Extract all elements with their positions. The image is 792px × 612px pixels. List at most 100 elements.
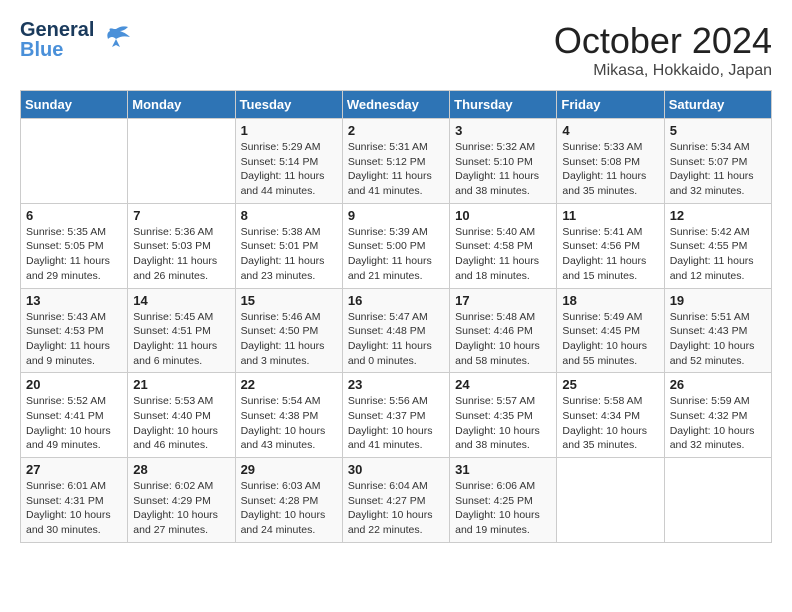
day-info: Sunrise: 5:39 AM Sunset: 5:00 PM Dayligh…	[348, 225, 444, 284]
day-number: 12	[670, 208, 766, 223]
calendar-cell: 11Sunrise: 5:41 AM Sunset: 4:56 PM Dayli…	[557, 203, 664, 288]
calendar-cell	[664, 458, 771, 543]
day-info: Sunrise: 5:31 AM Sunset: 5:12 PM Dayligh…	[348, 140, 444, 199]
calendar-cell	[21, 119, 128, 204]
day-info: Sunrise: 6:06 AM Sunset: 4:25 PM Dayligh…	[455, 479, 551, 538]
calendar-cell: 1Sunrise: 5:29 AM Sunset: 5:14 PM Daylig…	[235, 119, 342, 204]
calendar-cell: 22 Sunrise: 5:54 AM Sunset: 4:38 PM Dayli…	[235, 373, 342, 458]
day-info: Sunrise: 5:33 AM Sunset: 5:08 PM Dayligh…	[562, 140, 658, 199]
calendar-cell: 13 Sunrise: 5:43 AM Sunset: 4:53 PM Dayli…	[21, 288, 128, 373]
day-number: 23	[348, 377, 444, 392]
day-number: 26	[670, 377, 766, 392]
col-header-saturday: Saturday	[664, 91, 771, 119]
day-number: 28	[133, 462, 229, 477]
day-number: 30	[348, 462, 444, 477]
day-number: 9	[348, 208, 444, 223]
calendar-cell: 5Sunrise: 5:34 AM Sunset: 5:07 PM Daylig…	[664, 119, 771, 204]
col-header-wednesday: Wednesday	[342, 91, 449, 119]
calendar-cell: 27 Sunrise: 6:01 AM Sunset: 4:31 PM Dayli…	[21, 458, 128, 543]
day-number: 15	[241, 293, 337, 308]
calendar-cell: 29Sunrise: 6:03 AM Sunset: 4:28 PM Dayli…	[235, 458, 342, 543]
day-number: 25	[562, 377, 658, 392]
calendar-week-row: 20Sunrise: 5:52 AM Sunset: 4:41 PM Dayli…	[21, 373, 772, 458]
calendar-cell: 17Sunrise: 5:48 AM Sunset: 4:46 PM Dayli…	[450, 288, 557, 373]
day-info: Sunrise: 5:54 AM Sunset: 4:38 PM Dayligh…	[241, 394, 337, 453]
day-number: 8	[241, 208, 337, 223]
calendar-cell: 4 Sunrise: 5:33 AM Sunset: 5:08 PM Daylig…	[557, 119, 664, 204]
day-info: Sunrise: 5:57 AM Sunset: 4:35 PM Dayligh…	[455, 394, 551, 453]
calendar-week-row: 6Sunrise: 5:35 AM Sunset: 5:05 PM Daylig…	[21, 203, 772, 288]
day-info: Sunrise: 5:52 AM Sunset: 4:41 PM Dayligh…	[26, 394, 122, 453]
day-info: Sunrise: 5:49 AM Sunset: 4:45 PM Dayligh…	[562, 310, 658, 369]
day-number: 17	[455, 293, 551, 308]
day-info: Sunrise: 5:38 AM Sunset: 5:01 PM Dayligh…	[241, 225, 337, 284]
calendar-cell: 31 Sunrise: 6:06 AM Sunset: 4:25 PM Dayli…	[450, 458, 557, 543]
day-info: Sunrise: 5:47 AM Sunset: 4:48 PM Dayligh…	[348, 310, 444, 369]
calendar-header-row: SundayMondayTuesdayWednesdayThursdayFrid…	[21, 91, 772, 119]
day-number: 18	[562, 293, 658, 308]
location-subtitle: Mikasa, Hokkaido, Japan	[554, 62, 772, 80]
day-info: Sunrise: 5:32 AM Sunset: 5:10 PM Dayligh…	[455, 140, 551, 199]
calendar-cell: 19 Sunrise: 5:51 AM Sunset: 4:43 PM Dayli…	[664, 288, 771, 373]
day-number: 24	[455, 377, 551, 392]
calendar-cell: 3 Sunrise: 5:32 AM Sunset: 5:10 PM Daylig…	[450, 119, 557, 204]
calendar-cell: 24 Sunrise: 5:57 AM Sunset: 4:35 PM Dayli…	[450, 373, 557, 458]
page-header: General Blue October 2024 Mikasa, Hokkai…	[20, 20, 772, 80]
day-info: Sunrise: 5:46 AM Sunset: 4:50 PM Dayligh…	[241, 310, 337, 369]
calendar-cell: 8 Sunrise: 5:38 AM Sunset: 5:01 PM Daylig…	[235, 203, 342, 288]
day-number: 19	[670, 293, 766, 308]
calendar-cell: 10Sunrise: 5:40 AM Sunset: 4:58 PM Dayli…	[450, 203, 557, 288]
calendar-cell: 28 Sunrise: 6:02 AM Sunset: 4:29 PM Dayli…	[128, 458, 235, 543]
calendar-cell: 26 Sunrise: 5:59 AM Sunset: 4:32 PM Dayli…	[664, 373, 771, 458]
day-number: 4	[562, 123, 658, 138]
calendar-week-row: 1Sunrise: 5:29 AM Sunset: 5:14 PM Daylig…	[21, 119, 772, 204]
calendar-cell: 7 Sunrise: 5:36 AM Sunset: 5:03 PM Daylig…	[128, 203, 235, 288]
day-number: 31	[455, 462, 551, 477]
day-number: 10	[455, 208, 551, 223]
calendar-week-row: 27 Sunrise: 6:01 AM Sunset: 4:31 PM Dayli…	[21, 458, 772, 543]
calendar-cell	[557, 458, 664, 543]
day-info: Sunrise: 6:01 AM Sunset: 4:31 PM Dayligh…	[26, 479, 122, 538]
col-header-tuesday: Tuesday	[235, 91, 342, 119]
day-info: Sunrise: 5:36 AM Sunset: 5:03 PM Dayligh…	[133, 225, 229, 284]
day-number: 3	[455, 123, 551, 138]
day-number: 14	[133, 293, 229, 308]
day-number: 13	[26, 293, 122, 308]
day-info: Sunrise: 5:42 AM Sunset: 4:55 PM Dayligh…	[670, 225, 766, 284]
calendar-cell: 16 Sunrise: 5:47 AM Sunset: 4:48 PM Dayli…	[342, 288, 449, 373]
day-info: Sunrise: 5:43 AM Sunset: 4:53 PM Dayligh…	[26, 310, 122, 369]
title-block: October 2024 Mikasa, Hokkaido, Japan	[554, 20, 772, 80]
day-number: 2	[348, 123, 444, 138]
day-info: Sunrise: 5:35 AM Sunset: 5:05 PM Dayligh…	[26, 225, 122, 284]
month-title: October 2024	[554, 20, 772, 62]
col-header-monday: Monday	[128, 91, 235, 119]
day-number: 22	[241, 377, 337, 392]
calendar-cell	[128, 119, 235, 204]
day-info: Sunrise: 5:45 AM Sunset: 4:51 PM Dayligh…	[133, 310, 229, 369]
day-info: Sunrise: 5:58 AM Sunset: 4:34 PM Dayligh…	[562, 394, 658, 453]
day-info: Sunrise: 5:53 AM Sunset: 4:40 PM Dayligh…	[133, 394, 229, 453]
day-info: Sunrise: 6:02 AM Sunset: 4:29 PM Dayligh…	[133, 479, 229, 538]
day-number: 7	[133, 208, 229, 223]
calendar-table: SundayMondayTuesdayWednesdayThursdayFrid…	[20, 90, 772, 543]
logo-blue: Blue	[20, 40, 94, 60]
day-number: 27	[26, 462, 122, 477]
calendar-cell: 20Sunrise: 5:52 AM Sunset: 4:41 PM Dayli…	[21, 373, 128, 458]
day-info: Sunrise: 5:56 AM Sunset: 4:37 PM Dayligh…	[348, 394, 444, 453]
calendar-cell: 2 Sunrise: 5:31 AM Sunset: 5:12 PM Daylig…	[342, 119, 449, 204]
calendar-cell: 23 Sunrise: 5:56 AM Sunset: 4:37 PM Dayli…	[342, 373, 449, 458]
calendar-cell: 18 Sunrise: 5:49 AM Sunset: 4:45 PM Dayli…	[557, 288, 664, 373]
day-info: Sunrise: 5:34 AM Sunset: 5:07 PM Dayligh…	[670, 140, 766, 199]
col-header-friday: Friday	[557, 91, 664, 119]
calendar-cell: 25 Sunrise: 5:58 AM Sunset: 4:34 PM Dayli…	[557, 373, 664, 458]
calendar-cell: 14 Sunrise: 5:45 AM Sunset: 4:51 PM Dayli…	[128, 288, 235, 373]
day-info: Sunrise: 5:59 AM Sunset: 4:32 PM Dayligh…	[670, 394, 766, 453]
calendar-cell: 12 Sunrise: 5:42 AM Sunset: 4:55 PM Dayli…	[664, 203, 771, 288]
calendar-cell: 30Sunrise: 6:04 AM Sunset: 4:27 PM Dayli…	[342, 458, 449, 543]
calendar-week-row: 13 Sunrise: 5:43 AM Sunset: 4:53 PM Dayli…	[21, 288, 772, 373]
day-number: 16	[348, 293, 444, 308]
col-header-sunday: Sunday	[21, 91, 128, 119]
day-info: Sunrise: 5:51 AM Sunset: 4:43 PM Dayligh…	[670, 310, 766, 369]
logo-general: General	[20, 20, 94, 40]
day-info: Sunrise: 6:03 AM Sunset: 4:28 PM Dayligh…	[241, 479, 337, 538]
